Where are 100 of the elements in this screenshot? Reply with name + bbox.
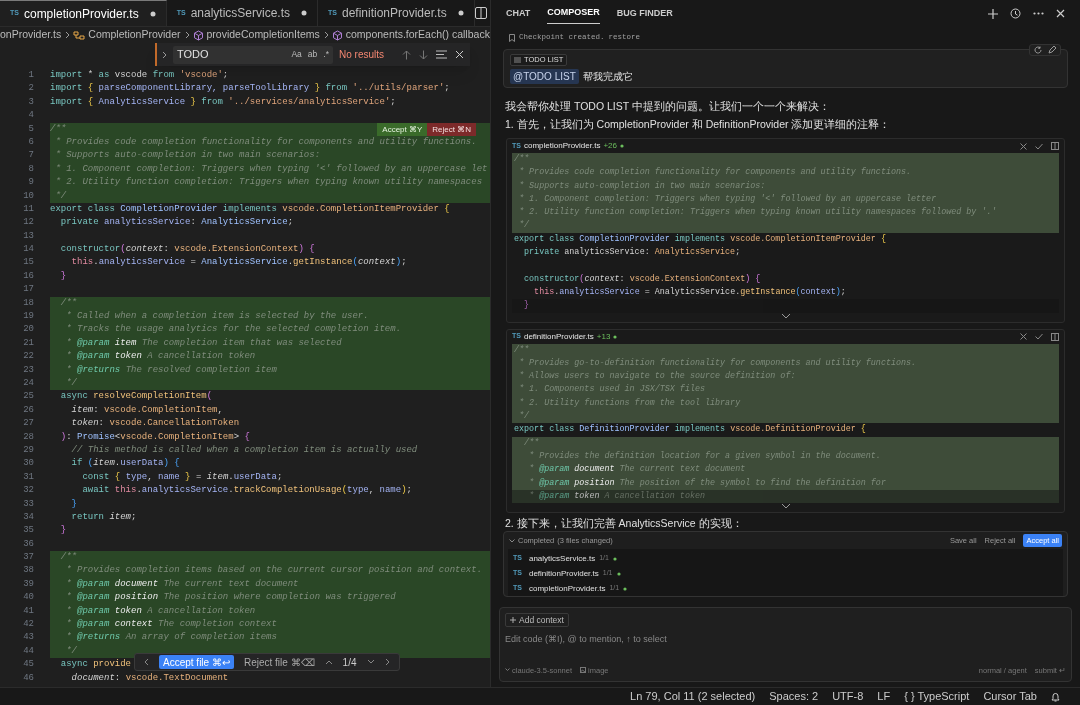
change-dot-icon <box>620 144 624 148</box>
line-number: 20 <box>22 323 34 337</box>
chevron-down-icon[interactable] <box>780 503 791 510</box>
breadcrumb-item[interactable]: components.forEach() callback <box>345 27 490 43</box>
code-line: this.analyticsService = AnalyticsService.getInstance(context); <box>70 256 407 270</box>
line-number: 41 <box>22 604 34 618</box>
line-number: 2 <box>27 82 34 96</box>
message-text: 帮我完成它 <box>582 70 633 84</box>
class-icon <box>73 29 86 41</box>
cube-icon <box>192 29 204 41</box>
chevron-left-icon[interactable] <box>143 658 149 666</box>
status-item[interactable]: Cursor Tab <box>983 688 1037 705</box>
add-context-button[interactable]: Add context <box>505 613 569 627</box>
line-number: 19 <box>22 310 34 324</box>
code-line: } <box>70 497 77 511</box>
split-view-icon[interactable] <box>1051 142 1059 150</box>
code-line: import * as vscode from 'vscode'; <box>50 69 229 82</box>
status-item[interactable]: Spaces: 2 <box>769 688 819 705</box>
accept-button[interactable]: Accept ⌘Y <box>377 122 428 136</box>
find-option-toggle[interactable]: ab <box>307 48 318 61</box>
panel-tab[interactable]: BUG FINDER <box>616 3 673 24</box>
chevron-down-icon <box>505 668 510 673</box>
accept-file-button[interactable]: Accept file ⌘↩ <box>159 655 234 669</box>
line-number: 40 <box>22 591 34 605</box>
line-number: 13 <box>22 229 34 243</box>
chevron-right-icon[interactable] <box>384 658 391 666</box>
arrow-down-icon[interactable] <box>419 49 428 60</box>
chevron-down-icon[interactable] <box>780 312 791 319</box>
find-option-toggle[interactable]: .* <box>323 48 329 61</box>
line-number: 17 <box>22 283 34 297</box>
response-text: 2. 接下来，让我们完善 AnalyticsService 的实现： <box>504 516 744 532</box>
line-number: 6 <box>27 135 34 149</box>
find-option-toggle[interactable]: Aa <box>291 48 302 61</box>
panel-tab[interactable]: COMPOSER <box>547 3 600 24</box>
change-dot-icon <box>613 334 618 339</box>
plus-icon[interactable] <box>988 8 998 19</box>
reject-button[interactable]: Reject ⌘N <box>427 122 476 136</box>
breadcrumb-item[interactable]: onProvider.ts <box>0 27 62 43</box>
chevron-up-icon[interactable] <box>324 659 333 665</box>
check-icon[interactable] <box>1035 142 1043 150</box>
file-name[interactable]: completionProvider.ts <box>523 140 601 152</box>
chevron-right-icon[interactable] <box>161 50 167 59</box>
code-line: constructor(context: vscode.ExtensionContext) { <box>523 272 762 286</box>
line-number: 38 <box>22 564 34 578</box>
chevron-down-icon[interactable] <box>366 659 375 665</box>
chevron-right-icon <box>183 31 190 39</box>
code-line: return item; <box>70 510 137 524</box>
line-number: 3 <box>27 95 34 109</box>
chevron-down-icon <box>509 538 515 543</box>
line-number: 14 <box>22 243 34 257</box>
more-icon[interactable] <box>1033 12 1044 15</box>
code-line: token: vscode.CancellationToken <box>70 417 240 431</box>
breadcrumb-item[interactable]: provideCompletionItems <box>206 27 320 43</box>
mention-tag[interactable]: @TODO LIST <box>510 69 579 84</box>
status-item[interactable]: UTF-8 <box>832 688 864 705</box>
code-line: item: vscode.CompletionItem, <box>70 403 223 417</box>
close-icon[interactable] <box>455 50 464 59</box>
panel-tab[interactable]: CHAT <box>506 3 531 24</box>
check-icon[interactable] <box>1035 333 1043 341</box>
split-editor-icon[interactable] <box>474 7 487 19</box>
line-number: 27 <box>22 417 34 431</box>
breadcrumb-item[interactable]: CompletionProvider <box>88 27 181 43</box>
arrow-up-icon[interactable] <box>402 49 411 60</box>
line-number: 9 <box>27 176 34 190</box>
line-number: 37 <box>22 551 34 565</box>
code-line: await this.analyticsService.trackCompletionUsage(type, name); <box>81 484 412 498</box>
code-line: } <box>59 524 67 538</box>
close-icon[interactable] <box>1020 333 1027 341</box>
line-number: 30 <box>22 457 34 471</box>
find-field[interactable]: TODO Aa ab .* <box>173 45 333 64</box>
close-icon[interactable] <box>1020 142 1027 150</box>
line-number: 4 <box>27 109 34 123</box>
bell-icon[interactable] <box>1051 691 1060 702</box>
line-number: 26 <box>22 403 34 417</box>
split-view-icon[interactable] <box>1051 332 1059 341</box>
line-number: 5 <box>27 122 34 136</box>
line-number: 28 <box>22 430 34 444</box>
code-line: ): Promise<vscode.CompletionItem> { <box>59 430 250 444</box>
pencil-icon[interactable] <box>1048 46 1056 54</box>
chevron-right-icon <box>322 31 329 39</box>
status-item[interactable]: LF <box>877 688 891 705</box>
code-line: import { AnalyticsService } from '../services/analyticsService'; <box>50 95 396 109</box>
code-line: } <box>59 269 67 283</box>
line-number: 46 <box>22 671 34 685</box>
line-number: 43 <box>22 631 34 645</box>
added-lines-count: +26 <box>603 140 617 152</box>
status-item[interactable]: Ln 79, Col 11 (2 selected) <box>630 688 756 705</box>
history-icon[interactable] <box>1010 8 1021 19</box>
image-icon <box>580 667 587 674</box>
input-placeholder: Edit code (⌘I), @ to mention, ↑ to select <box>505 633 668 646</box>
file-name[interactable]: definitionProvider.ts <box>523 330 594 343</box>
line-number: 29 <box>22 443 34 457</box>
line-number: 25 <box>22 390 34 404</box>
refresh-icon[interactable] <box>1034 46 1042 54</box>
line-number: 1 <box>27 69 34 82</box>
find-result-text: No results <box>339 48 384 62</box>
status-item[interactable]: { } TypeScript <box>904 688 970 705</box>
line-number: 34 <box>22 510 34 524</box>
close-icon[interactable] <box>1056 9 1065 18</box>
line-number: 10 <box>22 189 34 203</box>
